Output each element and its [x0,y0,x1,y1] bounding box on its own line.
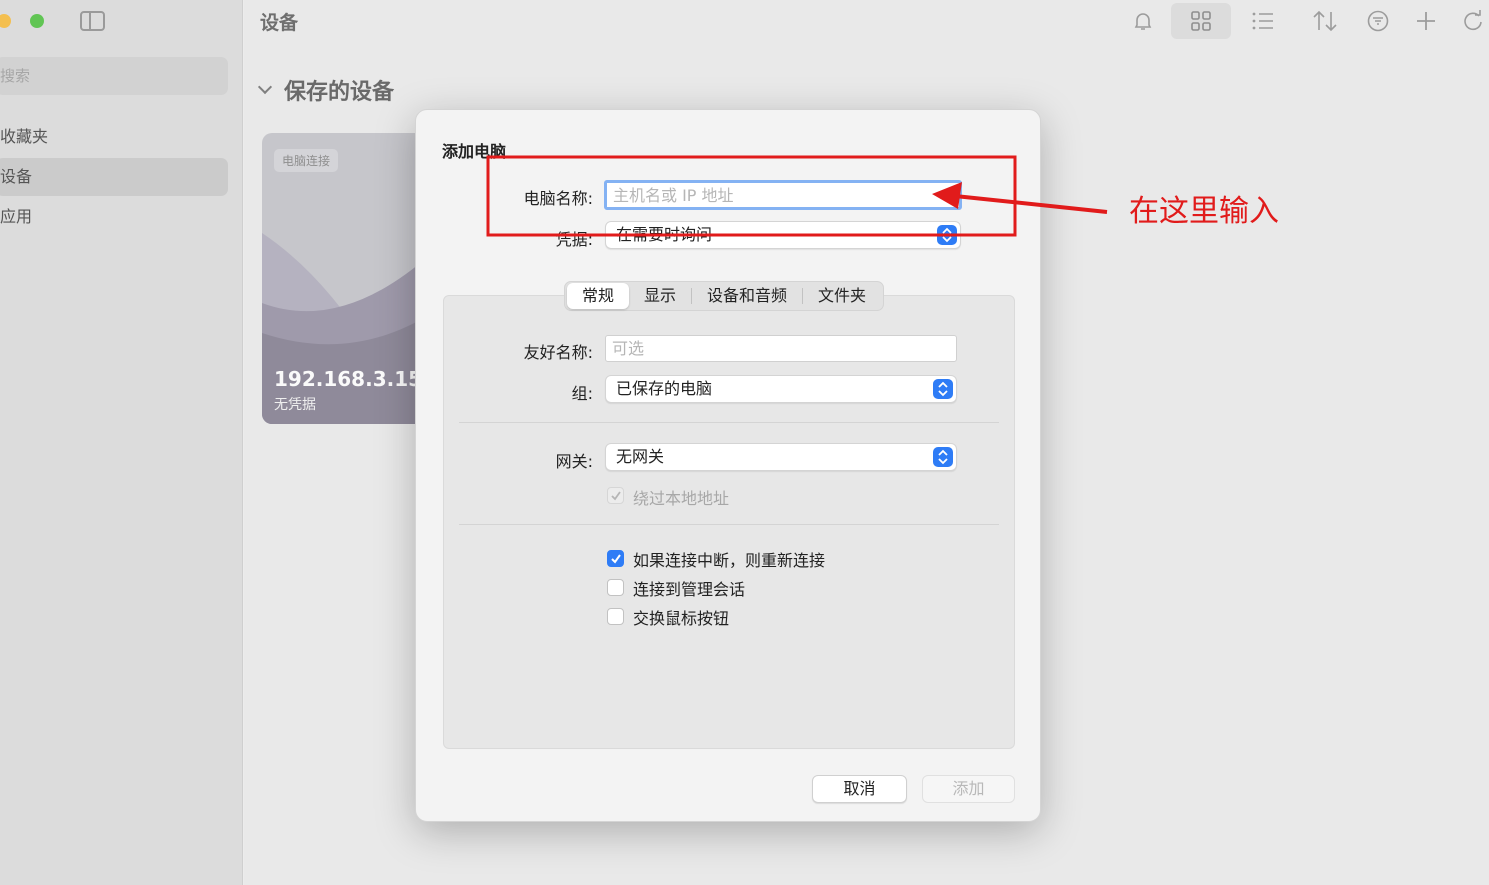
annotation-overlay [486,155,1108,237]
annotation-arrow-line [954,194,1108,214]
annotation-arrow-head [932,182,962,209]
